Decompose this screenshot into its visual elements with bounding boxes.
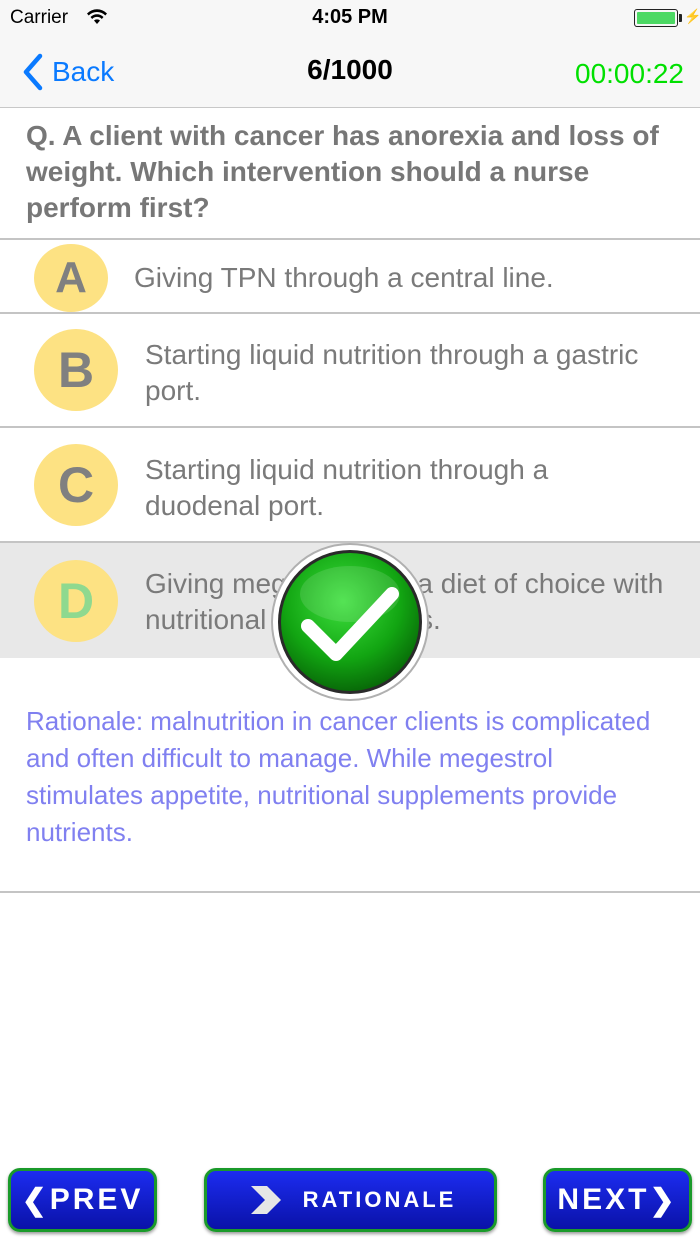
navigation-bar: Back 6/1000 00:00:22 bbox=[0, 36, 700, 108]
status-bar: Carrier 4:05 PM ⚡ bbox=[0, 0, 700, 36]
status-time: 4:05 PM bbox=[312, 6, 388, 28]
next-button[interactable]: NEXT ❯ bbox=[543, 1168, 692, 1232]
option-d-letter: D bbox=[57, 573, 95, 629]
arrow-right-icon bbox=[250, 1186, 281, 1214]
chevron-right-icon: ❯ bbox=[649, 1183, 678, 1217]
option-a-text: Giving TPN through a central line. bbox=[134, 262, 554, 293]
divider bbox=[0, 891, 700, 893]
charging-icon: ⚡ bbox=[684, 8, 700, 24]
rationale-label: RATIONALE bbox=[302, 1187, 457, 1212]
option-a[interactable]: A Giving TPN through a central line. bbox=[0, 240, 700, 312]
battery-tip bbox=[679, 14, 682, 22]
rationale-button[interactable]: RATIONALE bbox=[204, 1168, 497, 1232]
option-a-letter: A bbox=[55, 253, 87, 302]
option-a-badge: A bbox=[34, 244, 108, 312]
next-label: NEXT bbox=[557, 1183, 650, 1216]
option-b-badge: B bbox=[34, 329, 118, 411]
option-c-letter: C bbox=[57, 457, 95, 513]
option-b[interactable]: B Starting liquid nutrition through a ga… bbox=[0, 314, 700, 426]
checkmark-icon bbox=[271, 543, 429, 701]
option-b-letter: B bbox=[57, 342, 95, 398]
option-c[interactable]: C Starting liquid nutrition through a du… bbox=[0, 428, 700, 541]
option-d-badge: D bbox=[34, 560, 118, 642]
prev-button[interactable]: ❮ PREV bbox=[8, 1168, 157, 1232]
correct-answer-indicator bbox=[270, 542, 430, 702]
timer: 00:00:22 bbox=[575, 58, 684, 89]
question-text: Q. A client with cancer has anorexia and… bbox=[26, 120, 659, 223]
option-c-text: Starting liquid nutrition through a duod… bbox=[145, 454, 549, 521]
chevron-left-icon: ❮ bbox=[21, 1183, 50, 1217]
rationale-text: Rationale: malnutrition in cancer client… bbox=[26, 706, 651, 847]
prev-label: PREV bbox=[49, 1183, 144, 1216]
battery-icon bbox=[634, 9, 678, 27]
option-c-badge: C bbox=[34, 444, 118, 526]
option-b-text: Starting liquid nutrition through a gast… bbox=[145, 339, 639, 406]
